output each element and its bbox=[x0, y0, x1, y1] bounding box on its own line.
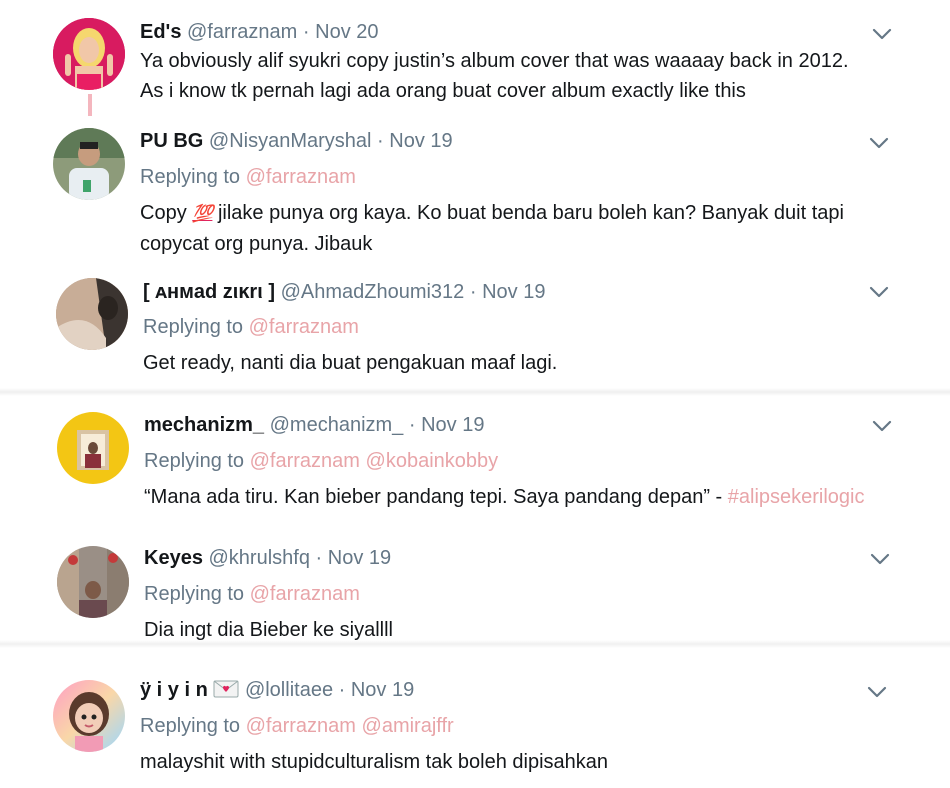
avatar[interactable] bbox=[53, 680, 125, 752]
tweet-text-line: copycat org punya. Jibauk bbox=[140, 233, 373, 255]
tweet[interactable]: PU BG @NisyanMaryshal · Nov 19 Replying … bbox=[0, 112, 950, 262]
tweet-text-line: As i know tk pernah lagi ada orang buat … bbox=[140, 80, 746, 102]
mention-link[interactable]: @farraznam bbox=[246, 166, 356, 188]
dot-separator: · bbox=[377, 130, 384, 152]
avatar[interactable] bbox=[53, 18, 125, 90]
tweet-header: mechanizm_ @mechanizm_ · Nov 19 bbox=[144, 413, 484, 437]
display-name[interactable]: mechanizm_ bbox=[144, 414, 264, 436]
mention-link[interactable]: @farraznam bbox=[250, 450, 360, 472]
chevron-down-icon[interactable] bbox=[870, 22, 894, 46]
tweet-text: Copy 💯 jilake punya org kaya. Ko buat be… bbox=[140, 198, 844, 259]
dot-separator: · bbox=[469, 281, 477, 303]
display-name[interactable]: Keyes bbox=[144, 547, 203, 569]
chevron-down-icon[interactable] bbox=[870, 414, 894, 438]
tweet[interactable]: Ed's @farraznam · Nov 20 Ya obviously al… bbox=[0, 0, 950, 116]
display-name[interactable]: Ed's bbox=[140, 21, 181, 43]
display-name[interactable]: ÿ i y i n bbox=[140, 679, 208, 701]
mention-link[interactable]: @farraznam bbox=[250, 583, 360, 605]
replying-label: Replying to bbox=[140, 715, 241, 737]
tweet-text-line: Copy 💯 jilake punya org kaya. Ko buat be… bbox=[140, 198, 844, 229]
timestamp[interactable]: Nov 19 bbox=[389, 130, 452, 152]
handle[interactable]: @khrulshfq bbox=[209, 547, 310, 569]
text-segment: “Mana ada tiru. Kan bieber pandang tepi.… bbox=[144, 486, 728, 508]
avatar[interactable] bbox=[53, 128, 125, 200]
tweet-text-line: Ya obviously alif syukri copy justin’s a… bbox=[140, 50, 849, 72]
replying-to: Replying to @farraznam bbox=[144, 582, 360, 606]
hundred-points-emoji: 💯 bbox=[192, 204, 213, 223]
timestamp[interactable]: Nov 19 bbox=[351, 679, 414, 701]
tweet[interactable]: [ ᴀнмad zιĸrι ] @AhmadZhoumi312 · Nov 19… bbox=[0, 262, 950, 392]
replying-label: Replying to bbox=[143, 316, 244, 338]
handle[interactable]: @NisyanMaryshal bbox=[209, 130, 372, 152]
text-segment: Copy bbox=[140, 202, 193, 224]
tweet-header: Keyes @khrulshfq · Nov 19 bbox=[144, 546, 391, 570]
tweet[interactable]: Keyes @khrulshfq · Nov 19 Replying to @f… bbox=[0, 530, 950, 650]
timestamp[interactable]: Nov 19 bbox=[421, 414, 484, 436]
chevron-down-icon[interactable] bbox=[867, 280, 891, 304]
replying-label: Replying to bbox=[144, 583, 245, 605]
replying-to: Replying to @farraznam @amirajffr bbox=[140, 714, 454, 738]
tweet-text: Get ready, nanti dia buat pengakuan maaf… bbox=[143, 352, 558, 374]
mention-link[interactable]: @farraznam bbox=[249, 316, 359, 338]
tweet[interactable]: mechanizm_ @mechanizm_ · Nov 19 Replying… bbox=[0, 396, 950, 526]
tweet-text: Ya obviously alif syukri copy justin’s a… bbox=[140, 46, 849, 106]
tweet-header: ÿ i y i n @lollitaee · Nov 19 bbox=[140, 678, 414, 702]
handle[interactable]: @farraznam bbox=[187, 21, 297, 43]
handle[interactable]: @AhmadZhoumi312 bbox=[281, 281, 465, 303]
tweet-text: Dia ingt dia Bieber ke siyallll bbox=[144, 619, 394, 641]
mention-link[interactable]: @kobainkobby bbox=[366, 450, 499, 472]
tweet-header: Ed's @farraznam · Nov 20 bbox=[140, 20, 379, 44]
chevron-down-icon[interactable] bbox=[867, 131, 891, 155]
chevron-down-icon[interactable] bbox=[865, 680, 889, 704]
replying-to: Replying to @farraznam bbox=[140, 165, 356, 189]
tweet-header: PU BG @NisyanMaryshal · Nov 19 bbox=[140, 129, 453, 153]
replying-label: Replying to bbox=[140, 166, 241, 188]
display-name[interactable]: PU BG bbox=[140, 130, 203, 152]
dot-separator: · bbox=[315, 547, 323, 569]
dot-separator: · bbox=[338, 679, 346, 701]
tweet[interactable]: ÿ i y i n @lollitaee · Nov 19 Replying t… bbox=[0, 664, 950, 788]
timestamp[interactable]: Nov 20 bbox=[315, 21, 378, 43]
dot-separator: · bbox=[302, 21, 310, 43]
handle[interactable]: @mechanizm_ bbox=[270, 414, 404, 436]
timestamp[interactable]: Nov 19 bbox=[482, 281, 545, 303]
replying-to: Replying to @farraznam @kobainkobby bbox=[144, 449, 498, 473]
tweet-text: “Mana ada tiru. Kan bieber pandang tepi.… bbox=[144, 482, 865, 512]
dot-separator: · bbox=[408, 414, 416, 436]
text-segment: jilake punya org kaya. Ko buat benda bar… bbox=[212, 202, 844, 224]
avatar[interactable] bbox=[57, 412, 129, 484]
handle[interactable]: @lollitaee bbox=[245, 679, 333, 701]
love-letter-icon bbox=[213, 680, 239, 698]
tweet-header: [ ᴀнмad zιĸrι ] @AhmadZhoumi312 · Nov 19 bbox=[143, 280, 545, 304]
hashtag-link[interactable]: #alipsekerilogic bbox=[728, 486, 865, 508]
avatar[interactable] bbox=[57, 546, 129, 618]
display-name[interactable]: [ ᴀнмad zιĸrι ] bbox=[143, 281, 275, 303]
timestamp[interactable]: Nov 19 bbox=[328, 547, 391, 569]
tweet-text: malayshit with stupidculturalism tak bol… bbox=[140, 751, 609, 773]
chevron-down-icon[interactable] bbox=[868, 547, 892, 571]
replying-label: Replying to bbox=[144, 450, 245, 472]
replying-to: Replying to @farraznam bbox=[143, 315, 359, 339]
mention-link[interactable]: @amirajffr bbox=[362, 715, 454, 737]
avatar[interactable] bbox=[56, 278, 128, 350]
mention-link[interactable]: @farraznam bbox=[246, 715, 356, 737]
